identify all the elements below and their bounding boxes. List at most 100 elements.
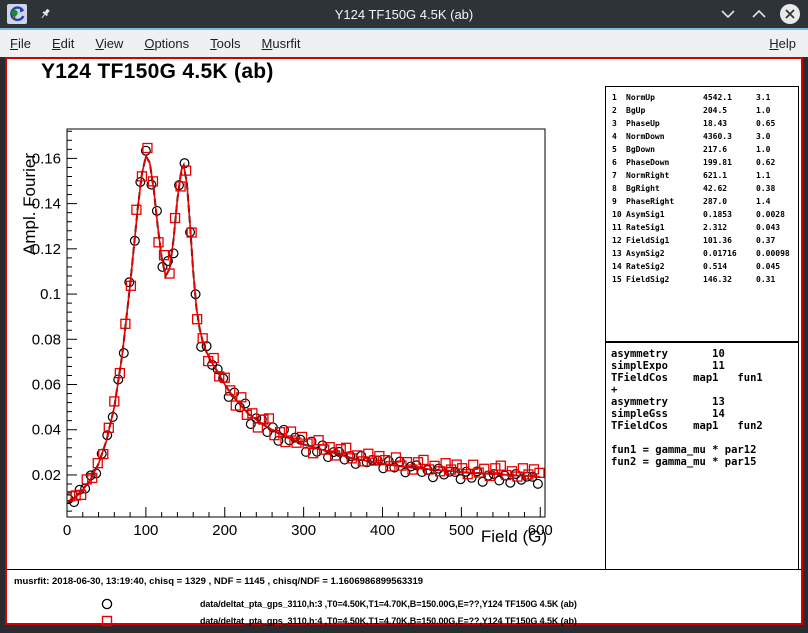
data-point-square	[496, 461, 505, 470]
legend-square-marker-icon	[100, 614, 114, 628]
param-perr: 0.00098	[756, 249, 790, 259]
param-row: 2BgUp204.51.0	[606, 106, 798, 118]
param-pval: 199.81	[703, 158, 732, 168]
param-pname: RateSig2	[626, 262, 665, 272]
x-tick-label: 0	[63, 522, 71, 539]
param-pname: PhaseUp	[626, 119, 660, 129]
param-pval: 204.5	[703, 106, 727, 116]
legend-entry: data/deltat_pta_gps_3110,h:4 ,T0=4.50K,T…	[7, 614, 801, 628]
param-pval: 146.32	[703, 275, 732, 285]
legend-text: data/deltat_pta_gps_3110,h:4 ,T0=4.50K,T…	[200, 616, 577, 626]
param-pval: 18.43	[703, 119, 727, 129]
param-pval: 2.312	[703, 223, 727, 233]
data-point-circle	[169, 249, 178, 258]
param-perr: 0.65	[756, 119, 775, 129]
param-pval: 621.1	[703, 171, 727, 181]
data-point-square	[154, 238, 163, 247]
param-pval: 42.62	[703, 184, 727, 194]
x-axis-title: Field (G)	[465, 527, 547, 547]
param-perr: 0.045	[756, 262, 780, 272]
menu-item-help[interactable]: Help	[769, 36, 796, 51]
root-canvas[interactable]: 01002003004005006000.020.040.060.080.10.…	[5, 57, 803, 625]
param-row: 3PhaseUp18.430.65	[606, 119, 798, 131]
theory-text: asymmetry 10 simplExpo 11 TFieldCos map1…	[611, 348, 798, 468]
param-row: 13 AsymSig2 0.01716 0.00098	[606, 249, 798, 261]
theory-box[interactable]: asymmetry 10 simplExpo 11 TFieldCos map1…	[605, 342, 799, 570]
param-pval: 0.1853	[703, 210, 732, 220]
menu-item-options[interactable]: Options	[144, 36, 189, 51]
param-pn: 14	[612, 262, 622, 272]
param-pn: 4	[612, 132, 617, 142]
param-row: 9PhaseRight287.01.4	[606, 197, 798, 209]
menu-item-file[interactable]: File	[10, 36, 31, 51]
param-pname: FieldSig2	[626, 275, 669, 285]
param-perr: 1.4	[756, 197, 770, 207]
y-tick-label: 0.06	[32, 377, 61, 394]
y-tick-label: 0.02	[32, 467, 61, 484]
param-row: 11RateSig12.3120.043	[606, 223, 798, 235]
fit-parameter-box[interactable]: 1NormUp4542.13.12BgUp204.51.03PhaseUp18.…	[605, 86, 799, 342]
param-pn: 5	[612, 145, 617, 155]
param-perr: 3.1	[756, 93, 770, 103]
maximize-button[interactable]	[749, 4, 769, 24]
param-pn: 1	[612, 93, 617, 103]
menu-item-edit[interactable]: Edit	[52, 36, 74, 51]
param-row: 6PhaseDown199.810.62	[606, 158, 798, 170]
data-point-circle	[119, 349, 128, 358]
plot-title: Y124 TF150G 4.5K (ab)	[41, 60, 274, 84]
menubar: File Edit View Options Tools Musrfit Help	[0, 30, 808, 57]
fit-status-line: musrfit: 2018-06-30, 13:19:40, chisq = 1…	[14, 576, 423, 587]
data-point-square	[132, 205, 141, 214]
param-pn: 13	[612, 249, 622, 259]
x-tick-label: 300	[291, 522, 316, 539]
param-pn: 15	[612, 275, 622, 285]
menu-item-musrfit[interactable]: Musrfit	[262, 36, 301, 51]
plot-frame	[67, 129, 545, 517]
param-perr: 0.37	[756, 236, 775, 246]
param-pn: 8	[612, 184, 617, 194]
x-tick-label: 200	[212, 522, 237, 539]
param-row: 12FieldSig1101.360.37	[606, 236, 798, 248]
param-pval: 4360.3	[703, 132, 732, 142]
param-row: 4NormDown4360.33.0	[606, 132, 798, 144]
param-pn: 12	[612, 236, 622, 246]
menu-item-view[interactable]: View	[95, 36, 123, 51]
legend-circle-marker-icon	[100, 597, 114, 611]
pin-icon[interactable]	[36, 5, 54, 23]
y-tick-label: 0.04	[32, 422, 61, 439]
param-pn: 11	[612, 223, 622, 233]
series-circles	[64, 146, 542, 506]
param-pname: AsymSig2	[626, 249, 665, 259]
param-pname: RateSig1	[626, 223, 665, 233]
close-button[interactable]	[780, 4, 800, 24]
param-pname: PhaseRight	[626, 197, 674, 207]
x-tick-label: 100	[133, 522, 158, 539]
param-row: 1 NormUp 4542.1 3.1	[606, 93, 798, 105]
param-pname: NormUp	[626, 93, 655, 103]
param-row: 5BgDown217.61.0	[606, 145, 798, 157]
app-icon[interactable]	[7, 4, 27, 24]
y-tick-label: 0.1	[40, 286, 61, 303]
param-pname: PhaseDown	[626, 158, 669, 168]
param-pname: NormDown	[626, 132, 665, 142]
legend-pad[interactable]: musrfit: 2018-06-30, 13:19:40, chisq = 1…	[7, 571, 801, 623]
legend-text: data/deltat_pta_gps_3110,h:3 ,T0=4.50K,T…	[200, 599, 577, 609]
minimize-button[interactable]	[718, 4, 738, 24]
menubar-items: File Edit View Options Tools Musrfit Help	[10, 36, 798, 51]
param-pval: 0.01716	[703, 249, 737, 259]
param-perr: 1.0	[756, 145, 770, 155]
param-pname: BgRight	[626, 184, 660, 194]
param-pn: 10	[612, 210, 622, 220]
plot-pad[interactable]: 01002003004005006000.020.040.060.080.10.…	[7, 59, 801, 570]
param-pval: 217.6	[703, 145, 727, 155]
param-perr: 1.1	[756, 171, 770, 181]
titlebar[interactable]: Y124 TF150G 4.5K (ab)	[0, 0, 808, 28]
legend-entry: data/deltat_pta_gps_3110,h:3 ,T0=4.50K,T…	[7, 597, 801, 611]
param-row: 15FieldSig2146.320.31	[606, 275, 798, 287]
menu-item-tools[interactable]: Tools	[210, 36, 240, 51]
param-pn: 9	[612, 197, 617, 207]
param-pval: 0.514	[703, 262, 727, 272]
param-row: 14 RateSig2 0.514 0.045	[606, 262, 798, 274]
param-pval: 4542.1	[703, 93, 732, 103]
y-tick-label: 0.08	[32, 331, 61, 348]
